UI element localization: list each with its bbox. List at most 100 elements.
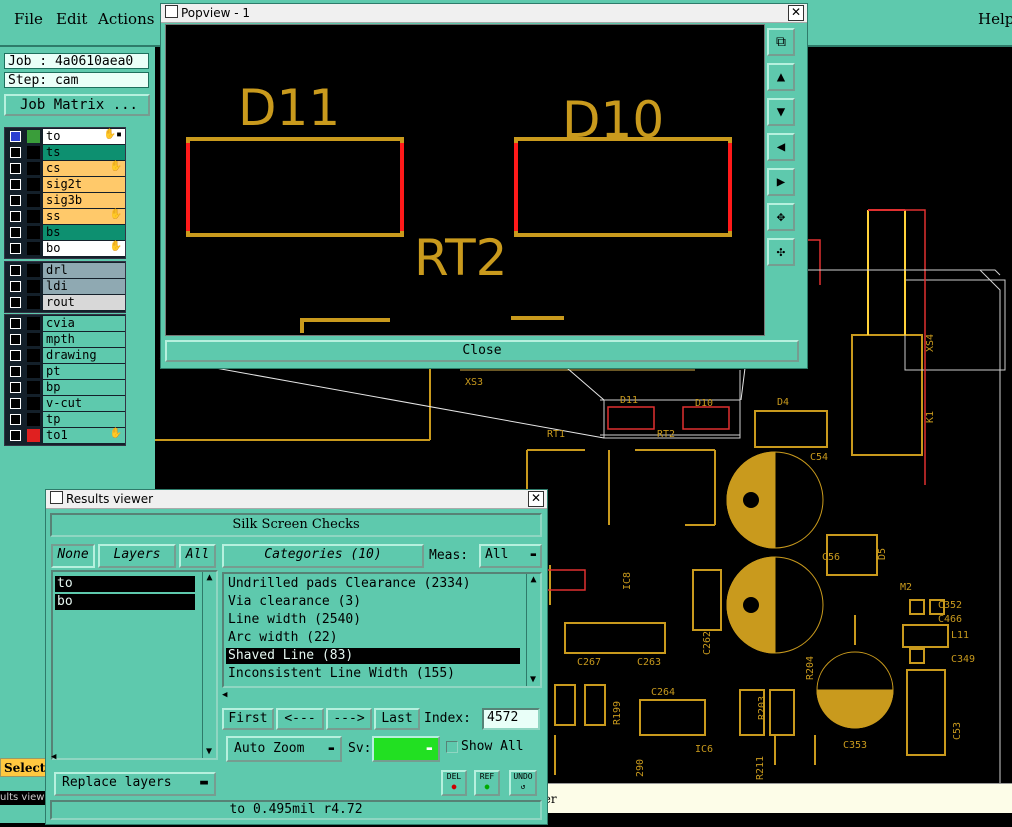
layer-checkbox[interactable] [10,382,21,393]
layer-row-ss[interactable]: ss ✋ [5,209,125,224]
layer-color-swatch[interactable] [27,162,40,175]
layer-row-bs[interactable]: bs [5,225,125,240]
pop-zoom-out-icon[interactable]: ✥ [767,203,795,231]
layer-checkbox[interactable] [10,195,21,206]
layer-row-sig3b[interactable]: sig3b [5,193,125,208]
layer-row-ldi[interactable]: ldi [5,279,125,294]
layers-list[interactable]: to bo ▲ ▼ [51,570,218,760]
layer-name[interactable]: mpth [43,332,125,347]
layer-row-pt[interactable]: pt [5,364,125,379]
layer-checkbox[interactable] [10,318,21,329]
pop-zoom-in-icon[interactable]: ✣ [767,238,795,266]
layer-list-item[interactable]: bo [55,594,195,610]
menu-help[interactable]: Help [978,10,1012,28]
layer-color-swatch[interactable] [27,317,40,330]
layer-color-swatch[interactable] [27,413,40,426]
pop-down-icon[interactable]: ▼ [767,98,795,126]
menu-actions[interactable]: Actions [98,10,154,28]
auto-zoom-dropdown[interactable]: Auto Zoom ▬ [226,736,342,762]
scroll-down-icon[interactable]: ▼ [527,674,539,686]
category-list-item[interactable]: Shaved Line (83) [226,648,520,664]
layer-name[interactable]: cvia [43,316,125,331]
layer-list-item[interactable]: to [55,576,195,592]
layer-checkbox[interactable] [10,227,21,238]
results-viewer-taskbar-tab[interactable]: ults view [0,791,48,805]
layer-name[interactable]: tp [43,412,125,427]
popview-close-icon[interactable]: ✕ [788,5,804,21]
undo-button[interactable]: UNDO ↺ [509,770,537,796]
layer-name[interactable]: bp [43,380,125,395]
layer-color-swatch[interactable] [27,381,40,394]
next-button[interactable]: ---> [326,708,372,730]
layer-row-cvia[interactable]: cvia [5,316,125,331]
layer-color-swatch[interactable] [27,349,40,362]
popview-close-button[interactable]: Close [165,340,799,362]
scroll-up-icon[interactable]: ▲ [203,572,216,584]
layers-list-scrollbar[interactable]: ▲ ▼ [202,572,216,758]
layer-name[interactable]: pt [43,364,125,379]
meas-dropdown[interactable]: All ▬ [479,544,542,568]
layer-checkbox[interactable] [10,297,21,308]
layers-all-button[interactable]: All [179,544,216,568]
pop-right-icon[interactable]: ▶ [767,168,795,196]
category-list-item[interactable]: Inconsistent Line Width (155) [226,666,520,682]
categories-list[interactable]: Undrilled pads Clearance (2334) Via clear… [222,572,542,688]
layer-color-swatch[interactable] [27,296,40,309]
menu-edit[interactable]: Edit [56,10,87,28]
layer-color-swatch[interactable] [27,429,40,442]
layer-row-cs[interactable]: cs ✋ [5,161,125,176]
pop-left-icon[interactable]: ◀ [767,133,795,161]
layer-checkbox[interactable] [10,163,21,174]
layer-name[interactable]: ts [43,145,125,160]
layer-checkbox[interactable] [10,131,21,142]
layer-row-bo[interactable]: bo ✋ [5,241,125,256]
category-list-item[interactable]: Undrilled pads Clearance (2334) [226,576,520,592]
layer-checkbox[interactable] [10,281,21,292]
category-list-item[interactable]: Via clearance (3) [226,594,520,610]
sv-color-dropdown[interactable]: ▬ [372,736,440,762]
layer-color-swatch[interactable] [27,280,40,293]
layers-toggle-button[interactable]: Layers [98,544,176,568]
layer-checkbox[interactable] [10,265,21,276]
layer-color-swatch[interactable] [27,397,40,410]
layer-checkbox[interactable] [10,147,21,158]
layer-checkbox[interactable] [10,366,21,377]
layer-name[interactable]: sig3b [43,193,125,208]
layer-row-drl[interactable]: drl [5,263,125,278]
layer-name[interactable]: drawing [43,348,125,363]
first-button[interactable]: First [222,708,274,730]
layer-row-bp[interactable]: bp [5,380,125,395]
ref-button[interactable]: REF ● [474,770,500,796]
layers-hscrollbar[interactable]: ◀ [51,752,201,762]
layer-row-mpth[interactable]: mpth [5,332,125,347]
layer-name[interactable]: v-cut [43,396,125,411]
layer-checkbox[interactable] [10,243,21,254]
results-titlebar[interactable]: Results viewer ✕ [46,490,547,509]
results-close-icon[interactable]: ✕ [528,491,544,507]
layer-checkbox[interactable] [10,211,21,222]
menu-file[interactable]: File [14,10,43,28]
layer-name[interactable]: bs [43,225,125,240]
layer-color-swatch[interactable] [27,242,40,255]
del-button[interactable]: DEL ● [441,770,467,796]
layer-row-drawing[interactable]: drawing [5,348,125,363]
category-list-item[interactable]: Arc width (22) [226,630,520,646]
categories-hscrollbar[interactable]: ◀ [222,690,522,700]
layer-color-swatch[interactable] [27,194,40,207]
layer-checkbox[interactable] [10,350,21,361]
layer-color-swatch[interactable] [27,365,40,378]
layer-color-swatch[interactable] [27,130,40,143]
layer-checkbox[interactable] [10,334,21,345]
layer-row-tp[interactable]: tp [5,412,125,427]
categories-list-scrollbar[interactable]: ▲ ▼ [526,574,540,686]
layer-checkbox[interactable] [10,398,21,409]
layer-row-sig2t[interactable]: sig2t [5,177,125,192]
select-button[interactable]: Select [0,758,46,777]
categories-button[interactable]: Categories (10) [222,544,424,568]
popview-canvas[interactable]: D11 D10 RT2 [165,24,765,336]
prev-button[interactable]: <--- [276,708,324,730]
replace-layers-dropdown[interactable]: Replace layers ▬ [54,772,216,796]
layer-color-swatch[interactable] [27,178,40,191]
layer-name[interactable]: ldi [43,279,125,294]
layer-checkbox[interactable] [10,414,21,425]
